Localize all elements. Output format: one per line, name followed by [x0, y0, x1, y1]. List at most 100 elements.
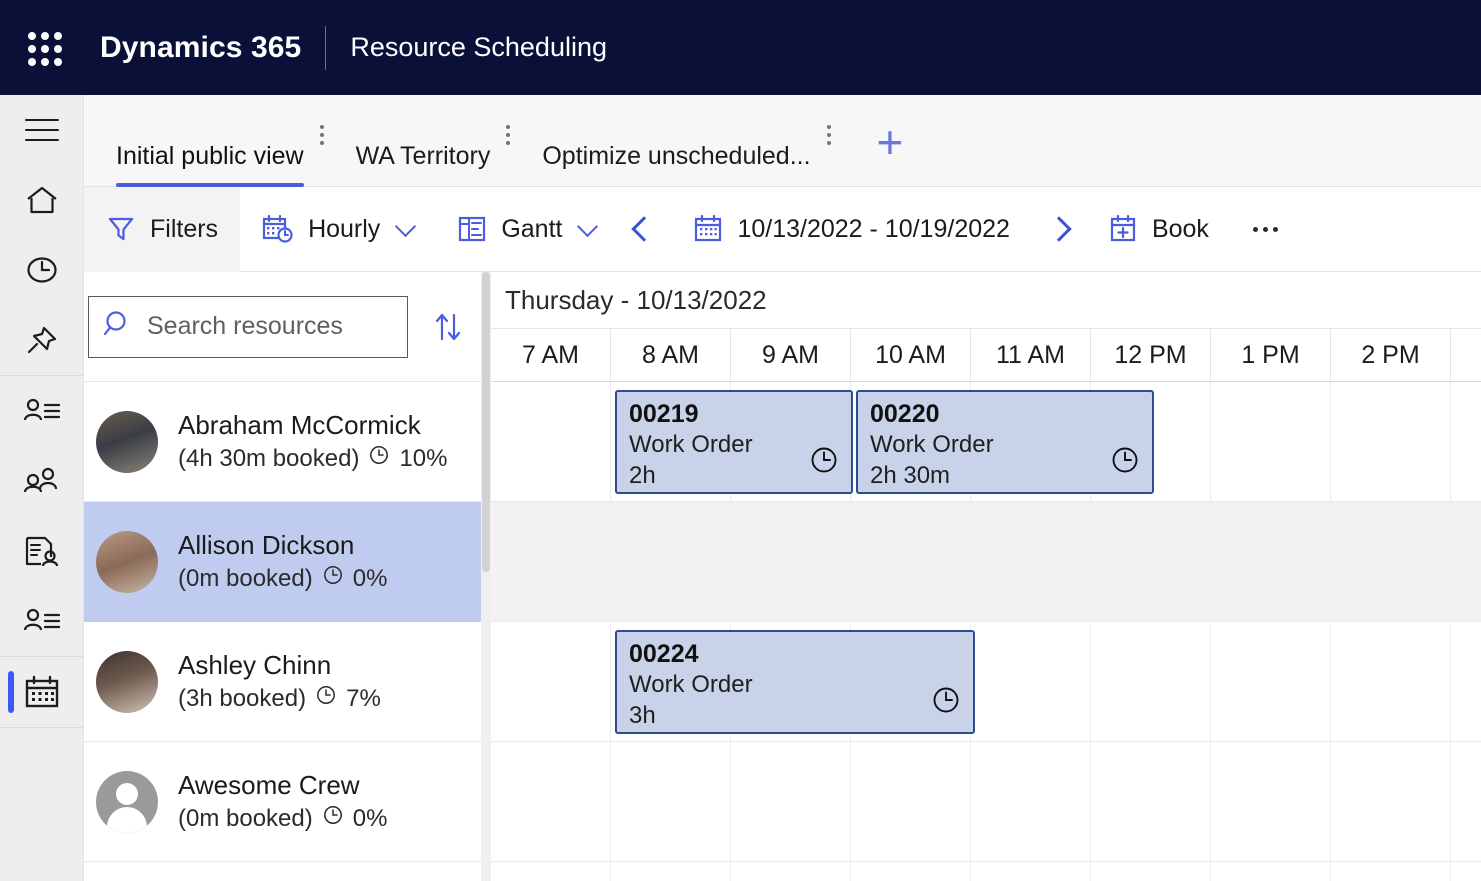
hour-gridlines: [491, 862, 1481, 881]
booking-card[interactable]: 00219 Work Order 2h: [615, 390, 853, 494]
previous-period-button[interactable]: [617, 187, 671, 272]
booked-duration: (3h booked): [178, 684, 307, 712]
resource-row-ashley-chinn[interactable]: Ashley Chinn (3h booked) 7%: [84, 622, 481, 742]
resource-name: Awesome Crew: [178, 769, 360, 800]
tab-initial-public-view[interactable]: Initial public view: [116, 95, 304, 187]
booked-duration: (4h 30m booked): [178, 444, 360, 472]
clock-icon: [315, 684, 337, 713]
sidebar-item-accounts[interactable]: [0, 376, 83, 446]
tab-menu-icon-0[interactable]: [319, 95, 324, 145]
hour-column-header: 11 AM: [971, 329, 1091, 381]
hour-column-header: 2 PM: [1331, 329, 1451, 381]
booked-duration: (0m booked): [178, 804, 313, 832]
hour-gridlines: [491, 742, 1481, 861]
resource-list: Abraham McCormick (4h 30m booked) 10% Al…: [84, 382, 481, 881]
resource-stats: (4h 30m booked) 10%: [178, 444, 448, 473]
clock-icon: [809, 445, 839, 480]
booking-type: Work Order: [629, 671, 753, 698]
search-input[interactable]: Search resources: [147, 312, 343, 341]
sidebar-item-work-orders[interactable]: [0, 516, 83, 586]
resource-name: Ashley Chinn: [178, 649, 332, 680]
timeline-row-ashley-chinn[interactable]: 00224 Work Order 3h: [491, 622, 1481, 742]
sidebar-item-contacts[interactable]: [0, 446, 83, 516]
sidebar-item-pinned[interactable]: [0, 305, 83, 375]
scrollbar-thumb[interactable]: [482, 272, 490, 572]
rail-group-schedule: [0, 657, 83, 728]
booking-id: 00224: [629, 640, 699, 668]
tab-wa-territory[interactable]: WA Territory: [356, 95, 491, 187]
filters-button[interactable]: Filters: [84, 186, 241, 272]
book-label: Book: [1151, 214, 1209, 243]
add-tab-button[interactable]: +: [877, 95, 904, 165]
booking-duration: 3h: [629, 701, 656, 729]
calendar-icon: [693, 214, 723, 244]
hour-column-header: 1 PM: [1211, 329, 1331, 381]
sidebar-item-home[interactable]: [0, 165, 83, 235]
resource-meta: Allison Dickson (0m booked) 0%: [178, 530, 387, 594]
utilization-percent: 0%: [352, 564, 388, 592]
funnel-icon: [106, 214, 136, 244]
hour-column-header: 10 AM: [851, 329, 971, 381]
toolbar-overflow-button[interactable]: [1231, 187, 1300, 272]
booking-card[interactable]: 00220 Work Order 2h 30m: [856, 390, 1154, 494]
timeline-row-awesome-crew[interactable]: [491, 742, 1481, 862]
resource-meta: Awesome Crew (0m booked) 0%: [178, 770, 387, 834]
timeline-row-allison-dickson[interactable]: [491, 502, 1481, 622]
resource-stats: (3h booked) 7%: [178, 684, 381, 713]
booking-id: 00220: [870, 400, 940, 428]
tab-menu-icon-1[interactable]: [506, 95, 511, 145]
sidebar-item-recent[interactable]: [0, 235, 83, 305]
resource-name: Allison Dickson: [178, 529, 355, 560]
person-list-icon: [23, 608, 60, 631]
tab-menu-icon-2[interactable]: [826, 95, 831, 145]
utilization-percent: 0%: [352, 804, 388, 832]
sort-resources-button[interactable]: [430, 309, 466, 345]
resource-row-allison-dickson[interactable]: Allison Dickson (0m booked) 0%: [84, 502, 481, 622]
tab-label: WA Territory: [355, 141, 491, 170]
tab-label: Optimize unscheduled...: [542, 141, 811, 170]
board-tab-strip: Initial public view WA Territory Optimiz…: [84, 95, 1481, 187]
resource-row-abraham-mccormick[interactable]: Abraham McCormick (4h 30m booked) 10%: [84, 382, 481, 502]
gantt-icon: [457, 214, 487, 244]
avatar: [96, 770, 158, 833]
chevron-right-icon: [1046, 216, 1072, 242]
document-person-icon: [25, 536, 58, 567]
clock-icon: [322, 804, 344, 833]
next-period-button[interactable]: [1032, 187, 1086, 272]
sidebar-item-menu[interactable]: [0, 95, 83, 165]
book-button[interactable]: Book: [1086, 187, 1231, 272]
search-resources-box[interactable]: Search resources: [88, 295, 408, 358]
timeline-row-abraham-mccormick[interactable]: 00219 Work Order 2h 00220 Work Order 2h …: [491, 382, 1481, 502]
clock-icon: [322, 564, 344, 593]
booking-type: Work Order: [870, 431, 994, 458]
left-nav-rail: [0, 95, 84, 881]
sidebar-item-schedule-board[interactable]: [0, 657, 83, 727]
chevron-down-icon: [577, 215, 599, 237]
calendar-clock-icon: [262, 214, 294, 244]
resource-search-row: Search resources: [84, 272, 481, 382]
hour-column-header: 9 AM: [731, 329, 851, 381]
view-scale-label: Hourly: [308, 214, 381, 243]
view-scale-dropdown[interactable]: Hourly: [240, 187, 435, 272]
clock-icon: [1110, 445, 1140, 480]
view-mode-dropdown[interactable]: Gantt: [435, 187, 617, 272]
timeline-hour-header: 7 AM 8 AM 9 AM 10 AM 11 AM 12 PM 1 PM 2 …: [491, 328, 1481, 382]
app-name: Resource Scheduling: [350, 32, 607, 62]
resource-panel-scrollbar[interactable]: [481, 272, 491, 881]
person-list-icon: [23, 398, 60, 421]
filters-label: Filters: [150, 214, 219, 243]
rail-group-primary: [0, 95, 83, 376]
search-icon: [103, 309, 133, 344]
app-launcher-icon[interactable]: [22, 26, 66, 70]
sort-arrows-icon: [435, 313, 461, 340]
resource-row-awesome-crew[interactable]: Awesome Crew (0m booked) 0%: [84, 742, 481, 862]
sidebar-item-resources[interactable]: [0, 586, 83, 656]
booking-card[interactable]: 00224 Work Order 3h: [615, 630, 975, 734]
resource-row-partial[interactable]: [84, 862, 481, 881]
tab-optimize-unscheduled[interactable]: Optimize unscheduled...: [542, 95, 810, 187]
hamburger-icon: [24, 119, 59, 141]
date-range-picker[interactable]: 10/13/2022 - 10/19/2022: [671, 187, 1031, 272]
avatar: [96, 410, 158, 473]
timeline-row-partial[interactable]: [491, 862, 1481, 881]
calendar-add-icon: [1108, 214, 1138, 244]
